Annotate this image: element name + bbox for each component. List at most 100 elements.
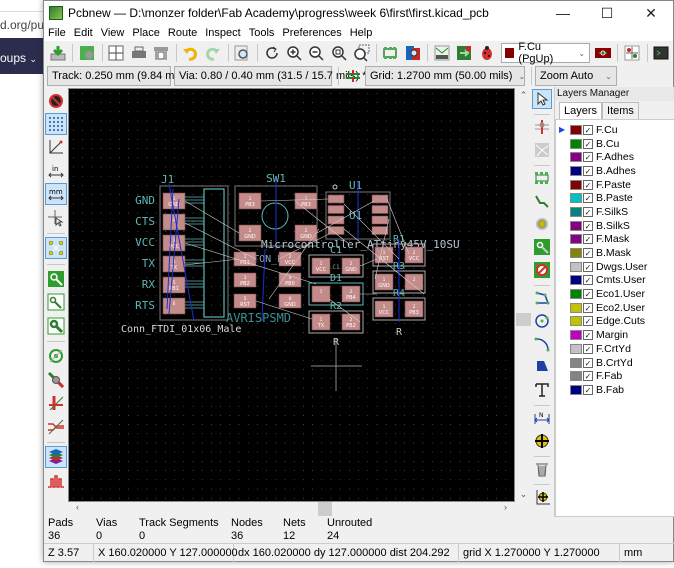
footprint-editor-icon[interactable] [380, 42, 401, 64]
menu-place[interactable]: Place [128, 25, 164, 41]
vertical-scroll-thumb[interactable] [516, 313, 531, 326]
menu-preferences[interactable]: Preferences [278, 25, 345, 41]
layer-row-f-paste[interactable]: ✓ F.Paste [556, 178, 674, 192]
zoom-fit-icon[interactable] [328, 42, 349, 64]
zoom-out-icon[interactable] [306, 42, 327, 64]
high-contrast-icon[interactable] [45, 416, 67, 438]
auto-track-width-icon[interactable] [342, 65, 364, 87]
layer-pair-icon[interactable] [592, 42, 613, 64]
highlight-net-icon[interactable] [532, 117, 552, 137]
zoom-selection-icon[interactable] [350, 42, 371, 64]
add-via-icon[interactable] [532, 214, 552, 234]
layer-color-swatch[interactable] [570, 248, 582, 259]
layer-color-swatch[interactable] [570, 138, 582, 149]
layer-row-b-mask[interactable]: ✓ B.Mask [556, 246, 674, 260]
add-footprint-icon[interactable] [532, 168, 552, 188]
layer-visibility-checkbox[interactable]: ✓ [583, 261, 593, 272]
horizontal-scroll-thumb[interactable] [318, 502, 332, 516]
layer-visibility-checkbox[interactable]: ✓ [583, 343, 593, 354]
menu-route[interactable]: Route [164, 25, 201, 41]
layer-color-swatch[interactable] [570, 206, 582, 217]
track-sketch-icon[interactable] [45, 392, 67, 414]
layer-visibility-checkbox[interactable]: ✓ [583, 234, 593, 245]
millimeters-icon[interactable]: mm [45, 183, 67, 205]
add-circle-icon[interactable] [532, 311, 552, 331]
set-origin-icon[interactable] [532, 487, 552, 507]
add-zone-icon[interactable] [532, 237, 552, 257]
layer-row-b-crtyd[interactable]: ✓ B.CrtYd [556, 356, 674, 370]
layer-row-eco2-user[interactable]: ✓ Eco2.User [556, 301, 674, 315]
delete-icon[interactable] [532, 459, 552, 479]
ratsnest-icon[interactable] [45, 237, 67, 259]
layer-visibility-checkbox[interactable]: ✓ [583, 152, 593, 163]
layer-color-swatch[interactable] [570, 193, 582, 204]
drc-icon[interactable] [476, 42, 497, 64]
layer-row-b-paste[interactable]: ✓ B.Paste [556, 191, 674, 205]
layer-visibility-checkbox[interactable]: ✓ [583, 248, 593, 259]
layer-color-swatch[interactable] [570, 357, 582, 368]
browser-url-fragment[interactable]: d.org/pu [0, 18, 44, 32]
scroll-up-icon[interactable]: ⌃ [516, 90, 531, 101]
add-text-icon[interactable] [532, 380, 552, 400]
scroll-down-icon[interactable]: ⌄ [516, 489, 531, 500]
layer-visibility-checkbox[interactable]: ✓ [583, 384, 593, 395]
close-button[interactable]: ✕ [629, 1, 673, 25]
polar-coords-icon[interactable] [45, 136, 67, 158]
redraw-icon[interactable] [261, 42, 282, 64]
layer-visibility-checkbox[interactable]: ✓ [583, 138, 593, 149]
layer-color-swatch[interactable] [570, 371, 582, 382]
pad-sketch-icon[interactable] [45, 345, 67, 367]
zone-outline-icon[interactable] [45, 291, 67, 313]
plot-icon[interactable] [150, 42, 171, 64]
horizontal-scrollbar[interactable]: ‹ › [68, 502, 515, 516]
layer-color-swatch[interactable] [570, 261, 582, 272]
menu-tools[interactable]: Tools [245, 25, 279, 41]
layer-row-eco1-user[interactable]: ✓ Eco1.User [556, 287, 674, 301]
add-keepout-icon[interactable] [532, 260, 552, 280]
via-sketch-icon[interactable] [45, 369, 67, 391]
zone-sketch-icon[interactable] [45, 315, 67, 337]
layer-visibility-checkbox[interactable]: ✓ [583, 206, 593, 217]
layer-color-swatch[interactable] [570, 124, 582, 135]
netlist-icon[interactable] [431, 42, 452, 64]
autoplace-icon[interactable] [621, 42, 642, 64]
layer-row-b-cu[interactable]: ✓ B.Cu [556, 137, 674, 151]
tab-items[interactable]: Items [602, 102, 639, 119]
track-width-select[interactable]: Track: 0.250 mm (9.84 mils) *⌄ [47, 66, 209, 86]
scripting-console-icon[interactable] [651, 42, 672, 64]
layer-visibility-checkbox[interactable]: ✓ [583, 220, 593, 231]
add-polygon-icon[interactable] [532, 357, 552, 377]
cursor-shape-icon[interactable] [45, 207, 67, 229]
layer-visibility-checkbox[interactable]: ✓ [583, 371, 593, 382]
route-track-icon[interactable] [532, 191, 552, 211]
layers-manager-icon[interactable] [45, 446, 67, 468]
footprint-browser-icon[interactable] [402, 42, 423, 64]
layer-row-f-adhes[interactable]: ✓ F.Adhes [556, 150, 674, 164]
layer-color-swatch[interactable] [570, 289, 582, 300]
grid-icon[interactable] [45, 112, 67, 135]
layer-row-b-fab[interactable]: ✓ B.Fab [556, 383, 674, 397]
vertical-scrollbar[interactable]: ⌃ ⌄ [516, 88, 531, 502]
layer-color-swatch[interactable] [570, 330, 582, 341]
print-icon[interactable] [128, 42, 149, 64]
layer-row-dwgs-user[interactable]: ✓ Dwgs.User [556, 260, 674, 274]
layer-row-f-silks[interactable]: ✓ F.SilkS [556, 205, 674, 219]
page-settings-icon[interactable] [106, 42, 127, 64]
zone-fill-icon[interactable] [45, 268, 67, 290]
active-layer-select[interactable]: F.Cu (PgUp) ⌄ [500, 41, 591, 65]
scroll-right-icon[interactable]: › [498, 502, 513, 512]
layer-color-swatch[interactable] [570, 343, 582, 354]
zoom-select[interactable]: Zoom Auto ⌄ [535, 66, 617, 86]
add-target-icon[interactable] [532, 431, 552, 451]
layer-visibility-checkbox[interactable]: ✓ [583, 289, 593, 300]
tab-layers[interactable]: Layers [559, 102, 603, 119]
grid-select[interactable]: Grid: 1.2700 mm (50.00 mils) ⌄ [365, 66, 525, 86]
layer-row-edge-cuts[interactable]: ✓ Edge.Cuts [556, 315, 674, 329]
layer-visibility-checkbox[interactable]: ✓ [583, 165, 593, 176]
menu-file[interactable]: File [44, 25, 70, 41]
scroll-left-icon[interactable]: ‹ [70, 502, 85, 512]
layer-row-f-cu[interactable]: ▶ ✓ F.Cu [556, 123, 674, 137]
add-arc-icon[interactable] [532, 334, 552, 354]
layer-row-margin[interactable]: ✓ Margin [556, 328, 674, 342]
layer-visibility-checkbox[interactable]: ✓ [583, 330, 593, 341]
